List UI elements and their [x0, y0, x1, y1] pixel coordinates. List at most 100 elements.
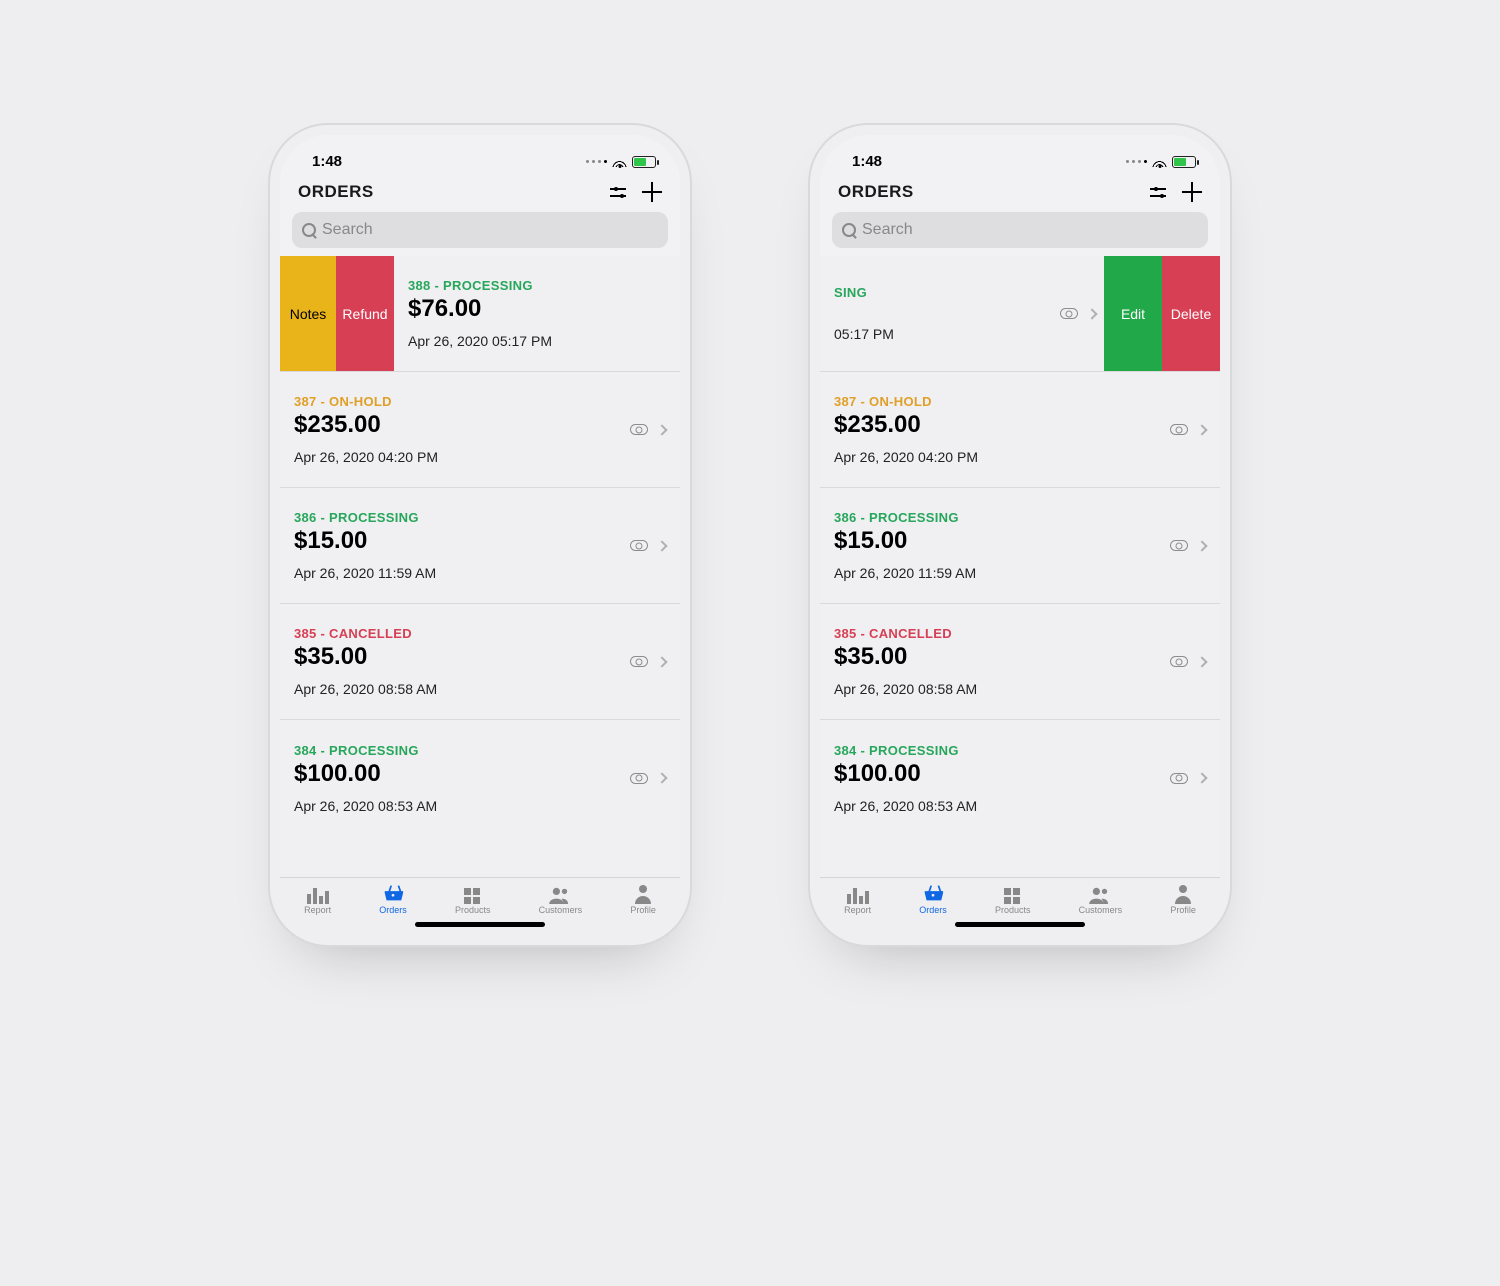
- chevron-right-icon[interactable]: [1196, 424, 1207, 435]
- page-title: ORDERS: [298, 182, 374, 202]
- tab-orders[interactable]: Orders: [379, 882, 407, 915]
- add-icon[interactable]: [1182, 182, 1202, 202]
- chart-icon: [847, 882, 869, 904]
- order-date: Apr 26, 2020 11:59 AM: [834, 565, 1206, 581]
- orders-list[interactable]: Notes Refund 388 - PROCESSING $76.00 Apr…: [280, 256, 680, 877]
- wifi-icon: [612, 156, 627, 167]
- order-row[interactable]: 386 - PROCESSING $15.00 Apr 26, 2020 11:…: [280, 488, 680, 604]
- order-status: 388 - PROCESSING: [408, 278, 666, 293]
- order-row[interactable]: 387 - ON-HOLD $235.00 Apr 26, 2020 04:20…: [280, 372, 680, 488]
- status-time: 1:48: [312, 153, 342, 170]
- tab-profile[interactable]: Profile: [1170, 882, 1196, 915]
- tab-profile[interactable]: Profile: [630, 882, 656, 915]
- home-indicator: [955, 922, 1085, 927]
- order-amount: $100.00: [834, 760, 1206, 788]
- order-status: 387 - ON-HOLD: [294, 394, 666, 409]
- tab-label: Orders: [379, 905, 407, 915]
- order-amount: $35.00: [294, 643, 666, 671]
- basket-icon: [382, 882, 404, 904]
- orders-list[interactable]: Edit Delete SING 05:17 PM 387 - ON-HOLD …: [820, 256, 1220, 877]
- order-row[interactable]: 387 - ON-HOLD $235.00 Apr 26, 2020 04:20…: [820, 372, 1220, 488]
- filter-icon[interactable]: [1150, 187, 1164, 198]
- eye-icon[interactable]: [630, 424, 648, 435]
- status-icons: [1126, 156, 1196, 168]
- notes-button[interactable]: Notes: [280, 256, 336, 371]
- order-date: 05:17 PM: [834, 326, 1090, 342]
- order-row[interactable]: 386 - PROCESSING $15.00 Apr 26, 2020 11:…: [820, 488, 1220, 604]
- chevron-right-icon[interactable]: [1196, 540, 1207, 551]
- home-indicator: [415, 922, 545, 927]
- order-status: 384 - PROCESSING: [834, 743, 1206, 758]
- order-date: Apr 26, 2020 04:20 PM: [834, 449, 1206, 465]
- order-status: 386 - PROCESSING: [294, 510, 666, 525]
- status-time: 1:48: [852, 153, 882, 170]
- order-amount: $76.00: [408, 295, 666, 323]
- order-status: SING: [834, 285, 1090, 300]
- order-date: Apr 26, 2020 08:58 AM: [834, 681, 1206, 697]
- order-row[interactable]: 384 - PROCESSING $100.00 Apr 26, 2020 08…: [280, 720, 680, 836]
- search-input[interactable]: Search: [832, 212, 1208, 248]
- cellular-icon: [1126, 160, 1147, 163]
- tab-label: Orders: [919, 905, 947, 915]
- refund-button[interactable]: Refund: [336, 256, 394, 371]
- order-row[interactable]: Edit Delete SING 05:17 PM: [820, 256, 1220, 372]
- status-bar: 1:48: [280, 135, 680, 174]
- wifi-icon: [1152, 156, 1167, 167]
- app-header: ORDERS: [820, 174, 1220, 208]
- filter-icon[interactable]: [610, 187, 624, 198]
- tab-products[interactable]: Products: [455, 882, 491, 915]
- eye-icon[interactable]: [630, 773, 648, 784]
- tab-label: Customers: [539, 905, 583, 915]
- chevron-right-icon[interactable]: [656, 540, 667, 551]
- grid-icon: [464, 888, 482, 904]
- tab-report[interactable]: Report: [844, 882, 871, 915]
- search-row: Search: [280, 208, 680, 256]
- basket-icon: [922, 882, 944, 904]
- order-amount: $235.00: [294, 411, 666, 439]
- chevron-right-icon[interactable]: [1196, 772, 1207, 783]
- order-amount: $100.00: [294, 760, 666, 788]
- eye-icon[interactable]: [630, 540, 648, 551]
- order-status: 385 - CANCELLED: [834, 626, 1206, 641]
- tab-label: Customers: [1079, 905, 1123, 915]
- search-input[interactable]: Search: [292, 212, 668, 248]
- delete-button[interactable]: Delete: [1162, 256, 1220, 371]
- eye-icon[interactable]: [1170, 424, 1188, 435]
- order-amount: $235.00: [834, 411, 1206, 439]
- order-row[interactable]: 385 - CANCELLED $35.00 Apr 26, 2020 08:5…: [820, 604, 1220, 720]
- eye-icon[interactable]: [1170, 773, 1188, 784]
- order-date: Apr 26, 2020 11:59 AM: [294, 565, 666, 581]
- chevron-right-icon[interactable]: [656, 424, 667, 435]
- chevron-right-icon[interactable]: [1086, 308, 1097, 319]
- tab-customers[interactable]: Customers: [539, 882, 583, 915]
- phone-left: 1:48 ORDERS Search Notes Refund: [280, 135, 680, 935]
- eye-icon[interactable]: [630, 656, 648, 667]
- search-icon: [842, 223, 856, 237]
- tab-label: Profile: [630, 905, 656, 915]
- grid-icon: [1004, 888, 1022, 904]
- eye-icon[interactable]: [1170, 656, 1188, 667]
- eye-icon[interactable]: [1170, 540, 1188, 551]
- order-row[interactable]: Notes Refund 388 - PROCESSING $76.00 Apr…: [280, 256, 680, 372]
- chevron-right-icon[interactable]: [1196, 656, 1207, 667]
- chevron-right-icon[interactable]: [656, 656, 667, 667]
- tab-label: Products: [995, 905, 1031, 915]
- tab-label: Profile: [1170, 905, 1196, 915]
- order-status: 387 - ON-HOLD: [834, 394, 1206, 409]
- tab-orders[interactable]: Orders: [919, 882, 947, 915]
- tab-customers[interactable]: Customers: [1079, 882, 1123, 915]
- person-icon: [632, 882, 654, 904]
- add-icon[interactable]: [642, 182, 662, 202]
- tab-label: Report: [844, 905, 871, 915]
- order-status: 384 - PROCESSING: [294, 743, 666, 758]
- tab-products[interactable]: Products: [995, 882, 1031, 915]
- order-row[interactable]: 385 - CANCELLED $35.00 Apr 26, 2020 08:5…: [280, 604, 680, 720]
- battery-icon: [1172, 156, 1196, 168]
- tab-report[interactable]: Report: [304, 882, 331, 915]
- edit-button[interactable]: Edit: [1104, 256, 1162, 371]
- chevron-right-icon[interactable]: [656, 772, 667, 783]
- order-row[interactable]: 384 - PROCESSING $100.00 Apr 26, 2020 08…: [820, 720, 1220, 836]
- order-amount: $15.00: [294, 527, 666, 555]
- order-amount: $15.00: [834, 527, 1206, 555]
- eye-icon[interactable]: [1060, 308, 1078, 319]
